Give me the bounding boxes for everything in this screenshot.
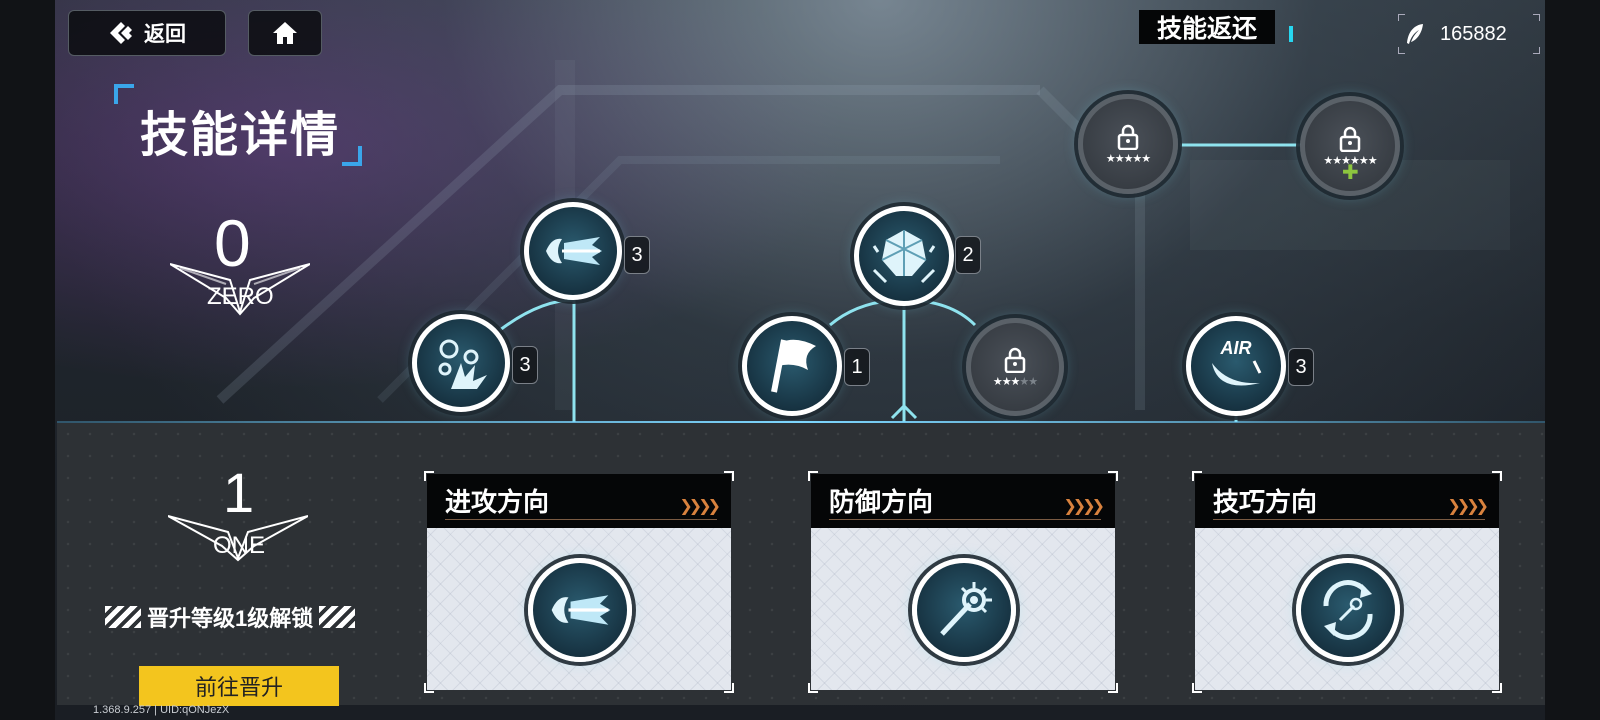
unlock-requirement: 晋升等级1级解锁 [105,601,356,633]
lock-overlay: ★★★★★ [1105,124,1151,165]
goto-promotion-button[interactable]: 前往晋升 [139,666,339,706]
scepter-icon [940,582,992,636]
skill-node-air[interactable]: AIR [1186,316,1286,416]
unlock-text: 晋升等级1级解锁 [147,606,314,631]
lock-icon [1004,347,1026,373]
air-icon: AIR [1208,338,1264,395]
tier-one-number: 1 [223,461,255,524]
stripe-decoration [105,606,141,628]
chevrons-icon: ❯❯❯❯ [1447,498,1489,515]
defense-direction-skill[interactable] [912,558,1016,662]
plus-icon: ✚ [1342,162,1359,184]
chevrons-icon: ❯❯❯❯ [679,498,721,515]
chevrons-icon: ❯❯❯❯ [1063,498,1105,515]
fist-burst-icon [551,595,611,625]
card-body [1195,528,1499,690]
skill-level-badge: 2 [955,236,981,274]
tier-one-label: ONE [213,532,266,559]
skill-level-badge: 1 [844,348,870,386]
lock-icon [1339,126,1361,152]
card-title: 防御方向 [829,487,934,517]
fist-burst-icon [546,237,602,265]
card-header: 技巧方向 ❯❯❯❯ [1195,474,1499,528]
lock-icon [1117,124,1139,150]
card-body [427,528,731,690]
locked-skill-node[interactable]: ★★★★★ [966,318,1064,416]
cycle-scepter-icon [1323,580,1373,640]
card-title: 技巧方向 [1213,487,1318,517]
skill-node-flower[interactable] [412,314,510,412]
lock-overlay: ★★★★★ [992,347,1038,388]
skill-level-badge: 3 [624,236,650,274]
skill-node-flag[interactable] [742,316,842,416]
technique-direction-skill[interactable] [1296,558,1400,662]
skill-level-badge: 3 [512,346,538,384]
air-text: AIR [1220,337,1252,358]
crescent-slash-icon [1212,359,1262,385]
card-header: 进攻方向 ❯❯❯❯ [427,474,731,528]
direction-card-defense[interactable]: 防御方向 ❯❯❯❯ [808,471,1118,693]
stripe-decoration [319,606,356,628]
card-body [811,528,1115,690]
skill-node-crystal[interactable] [854,206,954,306]
skill-detail-screen: 返回 技能返还 165882 技能详情 0 ZERO 3 3 2 1 ★★★★★… [0,0,1600,720]
card-header: 防御方向 ❯❯❯❯ [811,474,1115,528]
attack-direction-skill[interactable] [528,558,632,662]
flower-burst-icon [438,339,487,389]
version-text: 1.368.9.257 | UID:qONJezX [93,704,230,716]
flag-icon [771,339,816,393]
card-underline [1213,519,1485,520]
card-underline [445,519,717,520]
card-underline [829,519,1101,520]
card-title: 进攻方向 [445,487,550,517]
locked-skill-node[interactable]: ★★★★★ [1078,94,1178,194]
star-rating: ★★★★★ [992,375,1038,388]
direction-card-attack[interactable]: 进攻方向 ❯❯❯❯ [424,471,734,693]
crystal-shield-icon [872,230,936,284]
star-rating: ★★★★★ [1105,152,1151,165]
skill-level-badge: 3 [1288,348,1314,386]
direction-card-technique[interactable]: 技巧方向 ❯❯❯❯ [1192,471,1502,693]
skill-node-attack[interactable] [524,202,622,300]
